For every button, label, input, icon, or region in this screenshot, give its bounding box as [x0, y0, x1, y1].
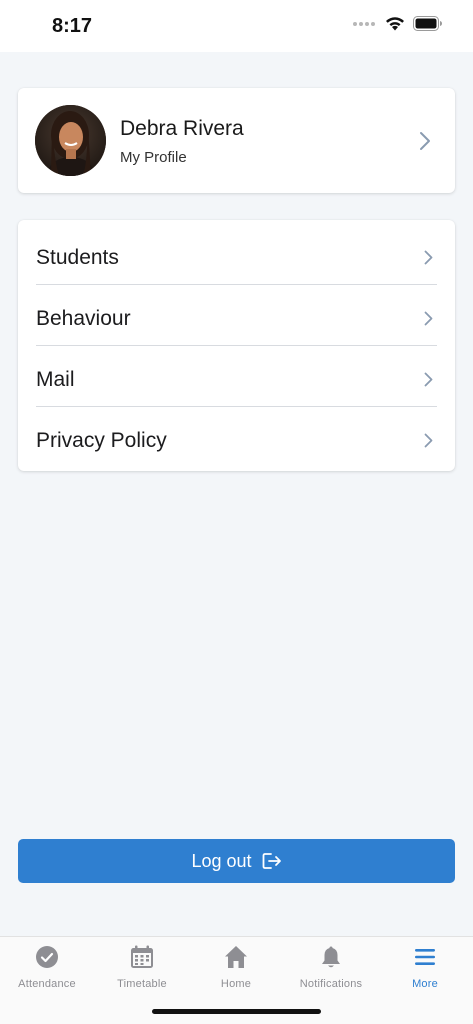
logout-label: Log out	[191, 850, 252, 871]
menu-item-label: Students	[36, 246, 119, 269]
profile-subtitle: My Profile	[120, 149, 187, 166]
home-icon	[225, 946, 247, 968]
logout-button[interactable]: Log out	[18, 839, 455, 883]
status-icons	[353, 16, 443, 31]
tab-timetable[interactable]: Timetable	[95, 937, 189, 997]
profile-name: Debra Rivera	[120, 117, 244, 140]
menu-item-label: Privacy Policy	[36, 429, 167, 452]
tab-more[interactable]: More	[378, 937, 472, 997]
tab-notifications[interactable]: Notifications	[284, 937, 378, 997]
tab-home[interactable]: Home	[189, 937, 283, 997]
chevron-right-icon	[424, 311, 433, 326]
logout-icon	[262, 853, 281, 869]
calendar-icon	[131, 945, 153, 968]
menu-card: Students Behaviour Mail Privacy Policy	[18, 220, 455, 471]
status-bar: 8:17	[0, 0, 473, 52]
tab-label: Attendance	[18, 978, 76, 990]
menu-item-mail[interactable]: Mail	[18, 346, 455, 407]
check-circle-icon	[36, 946, 58, 968]
tab-label: Timetable	[117, 978, 167, 990]
chevron-right-icon	[424, 433, 433, 448]
chevron-right-icon	[420, 132, 430, 150]
chevron-right-icon	[424, 250, 433, 265]
tab-label: More	[412, 978, 438, 990]
wifi-icon	[386, 17, 404, 31]
menu-item-label: Mail	[36, 368, 75, 391]
chevron-right-icon	[424, 372, 433, 387]
battery-icon	[413, 16, 442, 31]
bell-icon	[322, 946, 340, 968]
menu-item-behaviour[interactable]: Behaviour	[18, 285, 455, 346]
tab-label: Home	[220, 978, 252, 990]
profile-card[interactable]: Debra Rivera My Profile	[18, 88, 455, 193]
menu-item-label: Behaviour	[36, 307, 131, 330]
menu-icon	[415, 949, 435, 965]
tab-label: Notifications	[299, 978, 363, 990]
avatar	[35, 105, 106, 176]
status-time: 8:17	[52, 15, 93, 37]
home-indicator[interactable]	[152, 1009, 321, 1014]
signal-icon	[353, 21, 375, 26]
tab-attendance[interactable]: Attendance	[0, 937, 94, 997]
menu-item-students[interactable]: Students	[18, 224, 455, 285]
menu-item-privacy-policy[interactable]: Privacy Policy	[18, 407, 455, 468]
